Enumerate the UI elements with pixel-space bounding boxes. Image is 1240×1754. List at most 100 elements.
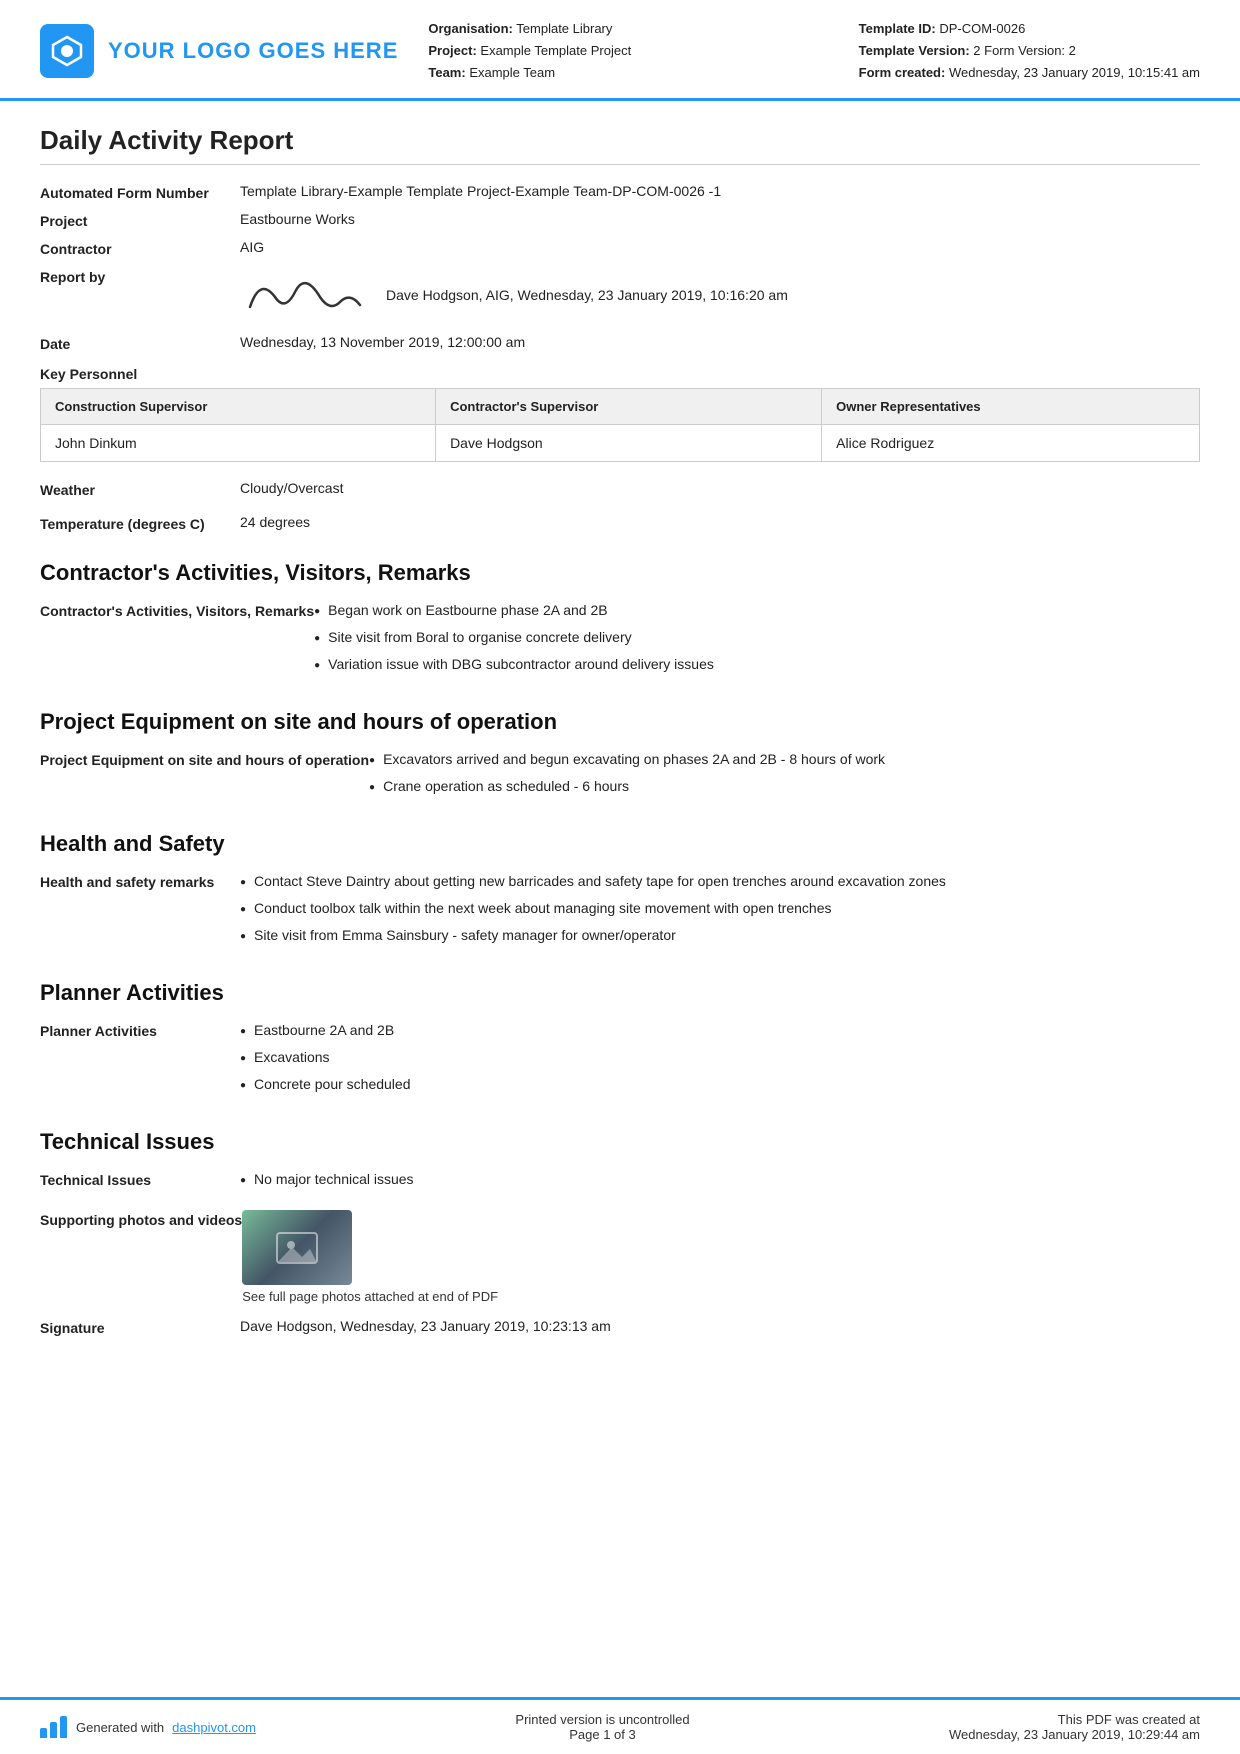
form-number-row: Automated Form Number Template Library-E… [40,183,1200,201]
date-row: Date Wednesday, 13 November 2019, 12:00:… [40,334,1200,352]
footer-page-number: Page 1 of 3 [515,1727,689,1742]
planner-activities-list: Eastbourne 2A and 2B Excavations Concret… [240,1020,1200,1101]
report-title: Daily Activity Report [40,125,1200,165]
list-item: Site visit from Emma Sainsbury - safety … [240,925,1200,946]
template-version-value: 2 Form Version: 2 [973,43,1076,58]
project-value: Example Template Project [480,43,631,58]
org-label: Organisation: [428,21,513,36]
logo-text: YOUR LOGO GOES HERE [108,38,398,64]
form-created-value: Wednesday, 23 January 2019, 10:15:41 am [949,65,1200,80]
signature-image [240,267,370,322]
photo-block: See full page photos attached at end of … [242,1210,1200,1304]
contractor-row: Contractor AIG [40,239,1200,257]
project-field-label: Project [40,211,240,229]
form-number-label: Automated Form Number [40,183,240,201]
footer-center: Printed version is uncontrolled Page 1 o… [515,1712,689,1742]
weather-label: Weather [40,480,240,498]
contractors-activities-heading: Contractor's Activities, Visitors, Remar… [40,560,1200,586]
planner-activities-heading: Planner Activities [40,980,1200,1006]
photo-thumbnail [242,1210,352,1285]
col-header-2: Contractor's Supervisor [436,389,822,425]
weather-row: Weather Cloudy/Overcast [40,480,1200,498]
footer-right: This PDF was created at Wednesday, 23 Ja… [949,1712,1200,1742]
footer-pdf-date: Wednesday, 23 January 2019, 10:29:44 am [949,1727,1200,1742]
cell-owner-representatives: Alice Rodriguez [822,425,1200,462]
col-header-3: Owner Representatives [822,389,1200,425]
supporting-photos-row: Supporting photos and videos See full pa… [40,1210,1200,1304]
technical-issues-section: Technical Issues No major technical issu… [40,1169,1200,1196]
health-safety-label: Health and safety remarks [40,871,240,890]
page-header: YOUR LOGO GOES HERE Organisation: Templa… [0,0,1240,101]
temperature-value: 24 degrees [240,514,1200,530]
list-item: Excavators arrived and begun excavating … [369,749,1200,770]
report-by-label: Report by [40,267,240,285]
key-personnel-label: Key Personnel [40,366,1200,382]
technical-issues-list: No major technical issues [240,1169,1200,1196]
main-content: Daily Activity Report Automated Form Num… [0,101,1240,1754]
planner-activities-section: Planner Activities Eastbourne 2A and 2B … [40,1020,1200,1101]
project-field-value: Eastbourne Works [240,211,1200,227]
contractors-activities-label: Contractor's Activities, Visitors, Remar… [40,600,314,619]
contractors-activities-section: Contractor's Activities, Visitors, Remar… [40,600,1200,681]
logo-icon [40,24,94,78]
signature-row: Signature Dave Hodgson, Wednesday, 23 Ja… [40,1318,1200,1336]
personnel-table: Construction Supervisor Contractor's Sup… [40,388,1200,462]
health-safety-list: Contact Steve Daintry about getting new … [240,871,1200,952]
health-safety-heading: Health and Safety [40,831,1200,857]
org-value: Template Library [516,21,612,36]
cell-construction-supervisor: John Dinkum [41,425,436,462]
signature-label: Signature [40,1318,240,1336]
template-id-label: Template ID: [859,21,936,36]
planner-activities-label: Planner Activities [40,1020,240,1039]
contractor-value: AIG [240,239,1200,255]
report-by-value: Dave Hodgson, AIG, Wednesday, 23 January… [240,267,1200,322]
list-item: Contact Steve Daintry about getting new … [240,871,1200,892]
list-item: Concrete pour scheduled [240,1074,1200,1095]
signature-area: Dave Hodgson, AIG, Wednesday, 23 January… [240,267,1200,322]
bar-3 [60,1716,67,1738]
template-id-value: DP-COM-0026 [939,21,1025,36]
project-equipment-label: Project Equipment on site and hours of o… [40,749,369,768]
project-equipment-heading: Project Equipment on site and hours of o… [40,709,1200,735]
header-meta: Organisation: Template Library Project: … [428,18,828,84]
technical-issues-heading: Technical Issues [40,1129,1200,1155]
cell-contractors-supervisor: Dave Hodgson [436,425,822,462]
weather-value: Cloudy/Overcast [240,480,1200,496]
photo-caption: See full page photos attached at end of … [242,1289,498,1304]
template-version-label: Template Version: [859,43,970,58]
date-value: Wednesday, 13 November 2019, 12:00:00 am [240,334,1200,350]
report-by-text: Dave Hodgson, AIG, Wednesday, 23 January… [386,287,788,303]
project-equipment-section: Project Equipment on site and hours of o… [40,749,1200,803]
list-item: Began work on Eastbourne phase 2A and 2B [314,600,1200,621]
list-item: Crane operation as scheduled - 6 hours [369,776,1200,797]
form-created-label: Form created: [859,65,946,80]
page-footer: Generated with dashpivot.com Printed ver… [0,1697,1240,1754]
footer-pdf-label: This PDF was created at [949,1712,1200,1727]
project-equipment-list: Excavators arrived and begun excavating … [369,749,1200,803]
footer-uncontrolled: Printed version is uncontrolled [515,1712,689,1727]
list-item: Excavations [240,1047,1200,1068]
logo-area: YOUR LOGO GOES HERE [40,18,398,84]
health-safety-section: Health and safety remarks Contact Steve … [40,871,1200,952]
dashpivot-link[interactable]: dashpivot.com [172,1720,256,1735]
bar-1 [40,1728,47,1738]
date-label: Date [40,334,240,352]
supporting-photos-value: See full page photos attached at end of … [242,1210,1200,1304]
generated-text: Generated with [76,1720,164,1735]
form-number-value: Template Library-Example Template Projec… [240,183,1200,199]
project-label: Project: [428,43,476,58]
logo-svg [49,33,85,69]
technical-issues-label: Technical Issues [40,1169,240,1188]
temperature-row: Temperature (degrees C) 24 degrees [40,514,1200,532]
report-by-row: Report by Dave Hodgson, AIG, Wednesday, … [40,267,1200,322]
contractor-label: Contractor [40,239,240,257]
project-row: Project Eastbourne Works [40,211,1200,229]
photo-icon [272,1223,322,1273]
list-item: Variation issue with DBG subcontractor a… [314,654,1200,675]
contractors-activities-list: Began work on Eastbourne phase 2A and 2B… [314,600,1200,681]
signature-value: Dave Hodgson, Wednesday, 23 January 2019… [240,1318,1200,1334]
footer-logo-icon [40,1716,68,1738]
list-item: Site visit from Boral to organise concre… [314,627,1200,648]
list-item: No major technical issues [240,1169,1200,1190]
header-right: Template ID: DP-COM-0026 Template Versio… [859,18,1200,84]
